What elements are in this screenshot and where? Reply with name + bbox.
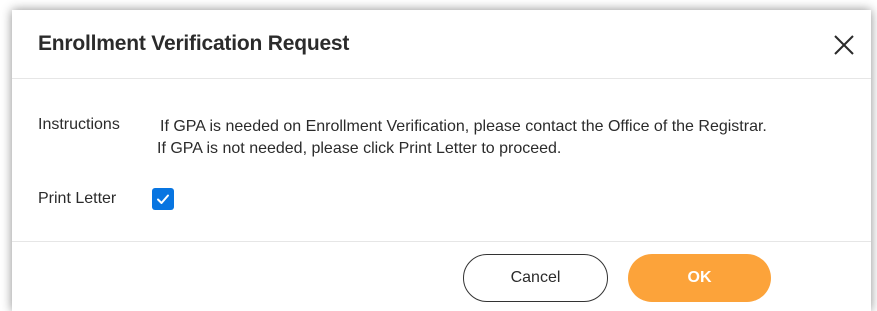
dialog-title: Enrollment Verification Request (38, 32, 350, 55)
cancel-button[interactable]: Cancel (463, 254, 608, 302)
print-letter-label: Print Letter (38, 190, 117, 207)
instructions-label: Instructions (38, 116, 120, 133)
dialog-footer: Cancel OK (12, 241, 871, 311)
dialog-header: Enrollment Verification Request (12, 10, 871, 79)
ok-button[interactable]: OK (628, 254, 771, 302)
dialog-body: Instructions If GPA is needed on Enrollm… (12, 79, 871, 241)
instructions-text: If GPA is needed on Enrollment Verificat… (157, 116, 767, 160)
instructions-line-2: If GPA is not needed, please click Print… (157, 140, 562, 157)
close-button[interactable] (833, 34, 855, 56)
instructions-line-1: If GPA is needed on Enrollment Verificat… (160, 118, 767, 135)
checkmark-icon (157, 194, 169, 204)
print-letter-checkbox[interactable] (152, 188, 174, 210)
close-icon (834, 35, 854, 55)
enrollment-verification-dialog: Enrollment Verification Request Instruct… (12, 10, 871, 311)
